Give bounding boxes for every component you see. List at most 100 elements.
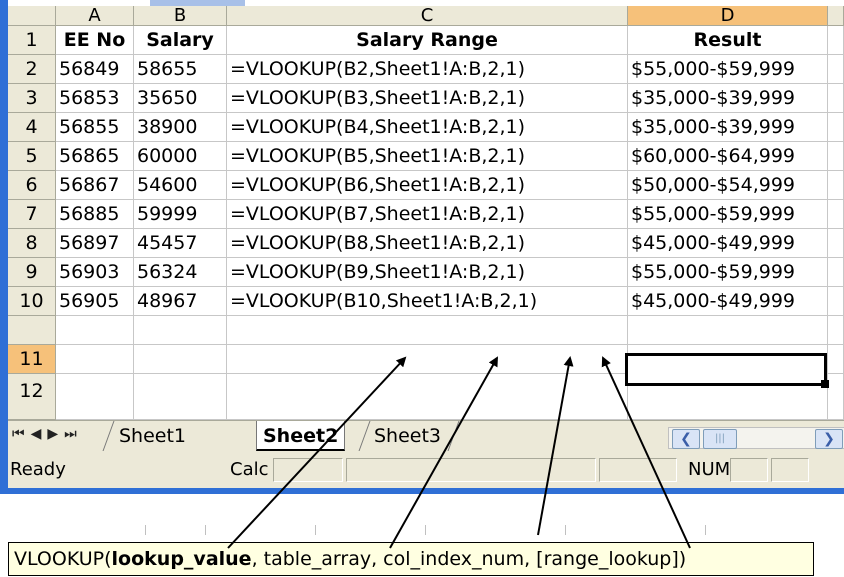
grid-cell[interactable] xyxy=(828,258,844,287)
divider xyxy=(705,525,706,535)
horizontal-scrollbar[interactable]: ❮ ||| ❯ xyxy=(668,427,844,449)
formula-cell[interactable]: =VLOOKUP(B4,Sheet1!A:B,2,1) xyxy=(227,113,628,142)
salary-cell[interactable]: 48967 xyxy=(134,287,227,316)
formula-cell[interactable]: =VLOOKUP(B6,Sheet1!A:B,2,1) xyxy=(227,171,628,200)
row-header[interactable] xyxy=(8,316,56,345)
grid-cell[interactable] xyxy=(828,374,844,420)
formula-cell[interactable]: =VLOOKUP(B8,Sheet1!A:B,2,1) xyxy=(227,229,628,258)
salary-cell[interactable]: 45457 xyxy=(134,229,227,258)
ee-no-cell[interactable]: 56903 xyxy=(56,258,134,287)
ee-no-cell[interactable]: 56867 xyxy=(56,171,134,200)
ee-no-cell[interactable]: 56855 xyxy=(56,113,134,142)
formula-cell[interactable]: =VLOOKUP(B9,Sheet1!A:B,2,1) xyxy=(227,258,628,287)
ee-no-cell[interactable]: 56865 xyxy=(56,142,134,171)
result-cell[interactable] xyxy=(628,316,828,345)
tab-divider xyxy=(447,421,460,451)
result-cell[interactable]: $35,000-$39,999 xyxy=(628,113,828,142)
salary-cell[interactable]: 38900 xyxy=(134,113,227,142)
row-header[interactable]: 10 xyxy=(8,287,56,316)
divider xyxy=(315,525,316,535)
tab-sheet3[interactable]: Sheet3 xyxy=(368,421,447,449)
result-cell[interactable]: $45,000-$49,999 xyxy=(628,287,828,316)
grid-cell[interactable] xyxy=(134,374,227,420)
grid-cell[interactable] xyxy=(828,316,844,345)
row-header[interactable]: 11 xyxy=(8,345,56,374)
header-cell-result[interactable]: Result xyxy=(628,26,828,55)
column-header-e[interactable] xyxy=(828,6,844,26)
grid-cell[interactable] xyxy=(828,84,844,113)
salary-cell[interactable] xyxy=(134,316,227,345)
prev-sheet-icon[interactable]: ◀ xyxy=(31,426,48,442)
formula-cell[interactable]: =VLOOKUP(B10,Sheet1!A:B,2,1) xyxy=(227,287,628,316)
salary-cell[interactable]: 58655 xyxy=(134,55,227,84)
grid-cell[interactable] xyxy=(56,345,134,374)
result-cell[interactable]: $45,000-$49,999 xyxy=(628,229,828,258)
grid-cell[interactable] xyxy=(828,55,844,84)
grid-cell[interactable] xyxy=(828,113,844,142)
tab-sheet1[interactable]: Sheet1 xyxy=(113,421,192,449)
formula-cell[interactable]: =VLOOKUP(B2,Sheet1!A:B,2,1) xyxy=(227,55,628,84)
header-cell-salary[interactable]: Salary xyxy=(134,26,227,55)
column-header-a[interactable]: A xyxy=(56,6,134,26)
formula-cell[interactable]: =VLOOKUP(B5,Sheet1!A:B,2,1) xyxy=(227,142,628,171)
next-sheet-icon[interactable]: ▶ xyxy=(47,426,64,442)
header-cell-ee-no[interactable]: EE No xyxy=(56,26,134,55)
fill-handle[interactable] xyxy=(821,380,829,388)
row-header[interactable]: 9 xyxy=(8,258,56,287)
grid-cell[interactable] xyxy=(828,142,844,171)
grid-cell[interactable] xyxy=(134,345,227,374)
first-sheet-icon[interactable]: ⏮ xyxy=(12,426,31,442)
result-cell[interactable]: $35,000-$39,999 xyxy=(628,84,828,113)
grid-cell[interactable] xyxy=(828,171,844,200)
grid-cell[interactable] xyxy=(227,345,628,374)
formula-cell[interactable] xyxy=(227,316,628,345)
row-header[interactable]: 5 xyxy=(8,142,56,171)
ee-no-cell[interactable]: 56905 xyxy=(56,287,134,316)
ee-no-cell[interactable] xyxy=(56,316,134,345)
grid-cell[interactable] xyxy=(56,374,134,420)
grid-cell[interactable] xyxy=(828,229,844,258)
tab-sheet2[interactable]: Sheet2 xyxy=(256,421,346,451)
result-cell[interactable]: $55,000-$59,999 xyxy=(628,200,828,229)
formula-cell[interactable]: =VLOOKUP(B3,Sheet1!A:B,2,1) xyxy=(227,84,628,113)
header-cell-salary-range[interactable]: Salary Range xyxy=(227,26,628,55)
ee-no-cell[interactable]: 56885 xyxy=(56,200,134,229)
result-cell[interactable]: $50,000-$54,999 xyxy=(628,171,828,200)
grid-cell[interactable] xyxy=(828,287,844,316)
excel-window: A B C D 1 EE No Salary Salary Range Resu… xyxy=(0,0,844,494)
result-cell[interactable]: $55,000-$59,999 xyxy=(628,258,828,287)
row-header[interactable]: 12 xyxy=(8,374,56,420)
row-header[interactable]: 7 xyxy=(8,200,56,229)
ee-no-cell[interactable]: 56897 xyxy=(56,229,134,258)
row-header[interactable]: 2 xyxy=(8,55,56,84)
row-header[interactable]: 4 xyxy=(8,113,56,142)
column-header-c[interactable]: C xyxy=(227,6,628,26)
tooltip-current-argument[interactable]: lookup_value xyxy=(112,548,252,570)
result-cell[interactable]: $60,000-$64,999 xyxy=(628,142,828,171)
grid-cell[interactable] xyxy=(828,200,844,229)
grid-cell[interactable] xyxy=(227,374,628,420)
row-header[interactable]: 8 xyxy=(8,229,56,258)
salary-cell[interactable]: 56324 xyxy=(134,258,227,287)
select-all-corner[interactable] xyxy=(8,6,56,26)
column-header-b[interactable]: B xyxy=(134,6,227,26)
ee-no-cell[interactable]: 56849 xyxy=(56,55,134,84)
row-header[interactable]: 1 xyxy=(8,26,56,55)
row-header[interactable]: 6 xyxy=(8,171,56,200)
grid-cell[interactable] xyxy=(828,345,844,374)
active-cell-d11[interactable] xyxy=(625,353,827,386)
result-cell[interactable]: $55,000-$59,999 xyxy=(628,55,828,84)
scroll-left-icon[interactable]: ❮ xyxy=(672,429,700,449)
salary-cell[interactable]: 59999 xyxy=(134,200,227,229)
salary-cell[interactable]: 54600 xyxy=(134,171,227,200)
grid-cell[interactable] xyxy=(828,26,844,55)
last-sheet-icon[interactable]: ⏭ xyxy=(64,426,83,442)
salary-cell[interactable]: 60000 xyxy=(134,142,227,171)
row-header[interactable]: 3 xyxy=(8,84,56,113)
ee-no-cell[interactable]: 56853 xyxy=(56,84,134,113)
scroll-thumb[interactable]: ||| xyxy=(703,429,737,449)
salary-cell[interactable]: 35650 xyxy=(134,84,227,113)
scroll-right-icon[interactable]: ❯ xyxy=(815,429,843,449)
column-header-d[interactable]: D xyxy=(628,6,828,26)
formula-cell[interactable]: =VLOOKUP(B7,Sheet1!A:B,2,1) xyxy=(227,200,628,229)
